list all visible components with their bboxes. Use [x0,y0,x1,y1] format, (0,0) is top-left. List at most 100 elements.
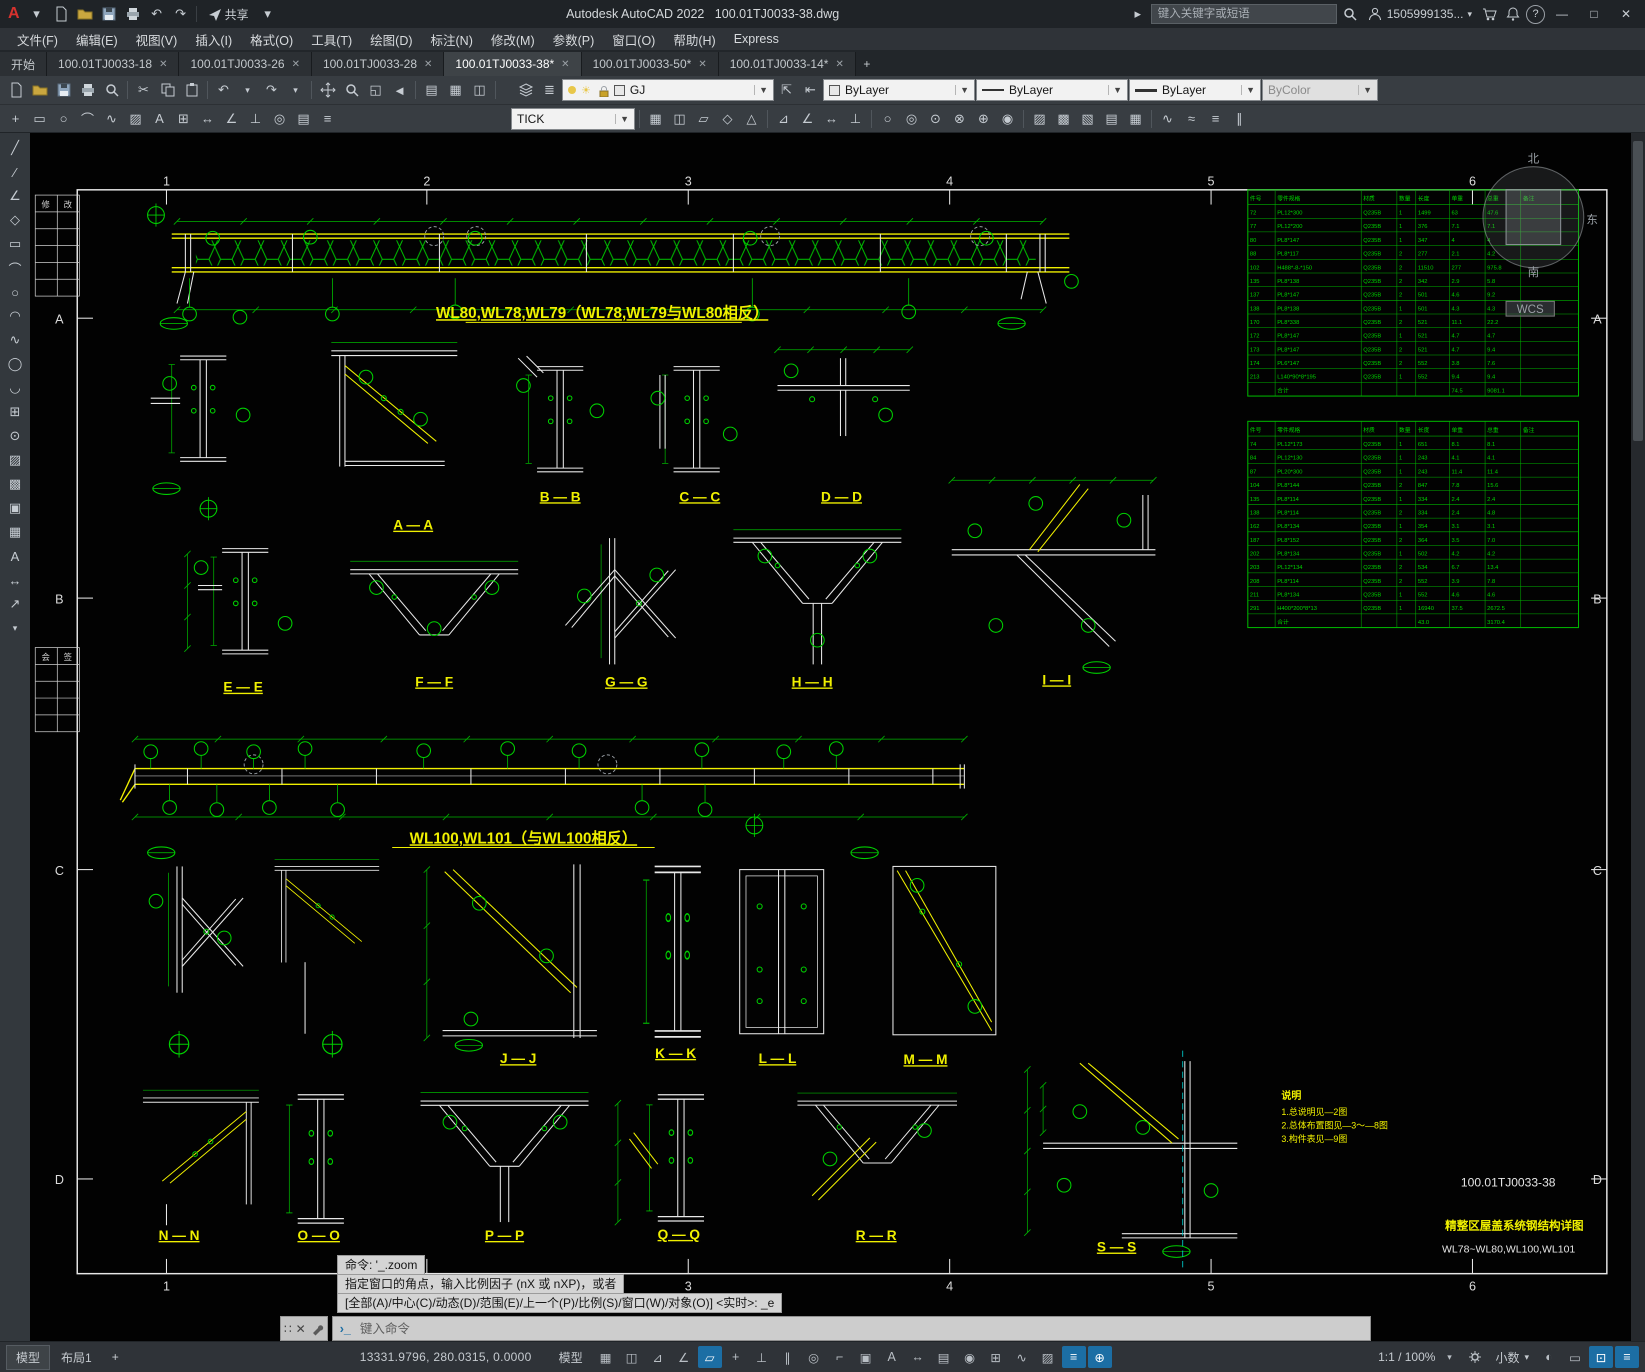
toolbar-button[interactable]: + [4,108,27,130]
section-detail-q-q[interactable] [629,1094,705,1222]
plot-button[interactable] [76,79,99,101]
label-l-l[interactable]: L — L [759,1051,797,1066]
menu-help[interactable]: 帮助(H) [664,28,724,51]
label-b-b[interactable]: B — B [540,489,581,504]
section-detail-o-o[interactable] [285,1094,345,1224]
dimension-tool[interactable]: ↔ [3,569,27,591]
label-i-i[interactable]: I — I [1042,672,1071,687]
toolbar-button[interactable]: ◎ [268,108,291,130]
ellipse-arc-tool[interactable]: ◡ [3,377,27,399]
dropdown-chevron-icon[interactable]: ▼ [1108,85,1122,95]
title-block[interactable]: 100.01TJ0033-38 精整区屋盖系统钢结构详图 WL78~WL80,W… [1442,1175,1584,1255]
properties-button[interactable]: ▤ [420,79,443,101]
clean-screen-toggle[interactable]: ⊡ [1589,1346,1613,1368]
layer-lock-icon[interactable] [596,84,609,97]
notifications-icon[interactable] [1502,3,1524,25]
toolbar-button[interactable]: ◇ [716,108,739,130]
copy-button[interactable] [156,79,179,101]
toolbar-button[interactable]: ≡ [1204,108,1227,130]
label-j-j[interactable]: J — J [500,1051,536,1066]
make-layer-current-button[interactable]: ⇱ [775,79,798,101]
search-input[interactable] [1150,4,1337,24]
rectangle-tool[interactable]: ▭ [3,233,27,255]
polar-tracking-toggle[interactable]: + [724,1346,748,1368]
command-bar[interactable]: ∷ ✕ ›_ [280,1316,1371,1341]
label-g-g[interactable]: G — G [605,674,647,689]
label-h-h[interactable]: H — H [792,674,833,689]
tab-start[interactable]: 开始 [0,52,48,76]
section-detail-l-l[interactable] [739,869,825,1035]
3d-osnap-toggle[interactable]: ↔ [906,1346,930,1368]
toolbar-button[interactable]: A [148,108,171,130]
drawing-canvas[interactable]: 1 2 3 4 5 6 1 2 3 4 5 6 A B C D A [30,133,1631,1341]
section-detail-h-h[interactable] [732,529,902,665]
toolbar-button[interactable]: ⊙ [924,108,947,130]
tab-doc-14[interactable]: 100.01TJ0033-14* ✕ [718,52,856,76]
toolbar-button[interactable]: ▭ [28,108,51,130]
toolbar-button[interactable]: ≡ [316,108,339,130]
gizmo-toggle[interactable]: ⊞ [984,1346,1008,1368]
section-detail-d-d[interactable] [777,358,910,437]
section-detail-p-p[interactable] [420,1092,590,1223]
scale-chevron-icon[interactable]: ▾ [1437,1346,1461,1368]
share-button[interactable]: 共享 [201,6,255,23]
section-detail-unlabeled-3[interactable] [274,859,380,1059]
command-bar-grip[interactable]: ∷ ✕ [280,1316,328,1341]
section-detail-unlabeled-2[interactable] [148,865,244,1059]
object-snap-tracking-toggle[interactable]: ∥ [776,1346,800,1368]
toolbar-button[interactable]: ▦ [644,108,667,130]
close-tab-icon[interactable]: ✕ [292,59,300,70]
viewcube[interactable]: 北 东 南 WCS [1482,152,1598,317]
toolbar-button[interactable]: ▱ [692,108,715,130]
dropdown-chevron-icon[interactable]: ▼ [1241,85,1255,95]
toolbar-button[interactable]: ∠ [796,108,819,130]
search-icon[interactable] [1339,3,1361,25]
redo-button[interactable]: ↷ [260,79,283,101]
section-detail-k-k[interactable] [642,865,702,1038]
menu-view[interactable]: 视图(V) [127,28,187,51]
grid-toggle[interactable]: ▦ [594,1346,618,1368]
help-icon[interactable]: ? [1526,4,1545,24]
section-detail-c-c[interactable] [650,366,738,473]
toolbar-button[interactable]: ∠ [220,108,243,130]
toolbar-button[interactable]: ⊗ [948,108,971,130]
units-dropdown[interactable]: 小数 ▾ [1489,1347,1535,1368]
mtext-tool[interactable]: A [3,545,27,567]
save-button[interactable] [52,79,75,101]
revcloud-tool[interactable]: ◠ [3,305,27,327]
workspace-gear-icon[interactable] [1463,1346,1487,1368]
toolbar-button[interactable]: ◎ [900,108,923,130]
layer-previous-button[interactable]: ⇤ [799,79,822,101]
annotation-scale-display[interactable]: 1:1 / 100% [1378,1350,1435,1364]
insert-block-tool[interactable]: ⊞ [3,401,27,423]
toolbar-button[interactable]: △ [740,108,763,130]
line-tool[interactable]: ╱ [3,137,27,159]
selection-cycling-toggle[interactable]: A [880,1346,904,1368]
tab-doc-18[interactable]: 100.01TJ0033-18 ✕ [47,52,180,76]
section-detail-n-n[interactable] [142,1089,260,1226]
scrollbar-thumb[interactable] [1633,141,1643,441]
new-layout-button[interactable]: + [103,1347,128,1367]
object-snap-toggle[interactable]: ◎ [802,1346,826,1368]
paste-button[interactable] [180,79,203,101]
undo-button[interactable]: ↶ [212,79,235,101]
dynamic-input-toggle[interactable]: ∠ [672,1346,696,1368]
undo-chevron-icon[interactable]: ▾ [236,79,259,101]
section-detail-unlabeled-1[interactable] [150,355,251,521]
object-isolate-toggle[interactable]: ◐ [1537,1346,1561,1368]
toolbar-button[interactable]: ∿ [1156,108,1179,130]
toolbar-button[interactable]: ▤ [292,108,315,130]
label-r-r[interactable]: R — R [856,1228,897,1243]
tab-doc-38-active[interactable]: 100.01TJ0033-38* ✕ [444,52,582,76]
account-menu[interactable]: 1505999135... ▾ [1363,6,1476,22]
label-q-q[interactable]: Q — Q [658,1227,701,1242]
region-tool[interactable]: ▣ [3,497,27,519]
infer-constraints-toggle[interactable]: ⊿ [646,1346,670,1368]
drag-handle-icon[interactable]: ∷ [284,1322,292,1336]
menu-tools[interactable]: 工具(T) [302,28,361,51]
minimize-button[interactable]: — [1547,2,1577,26]
zoom-window-button[interactable]: ◱ [364,79,387,101]
autocad-logo-icon[interactable]: A [4,5,24,23]
toolbar-button[interactable]: ⊞ [172,108,195,130]
isodraft-toggle[interactable]: ⊥ [750,1346,774,1368]
